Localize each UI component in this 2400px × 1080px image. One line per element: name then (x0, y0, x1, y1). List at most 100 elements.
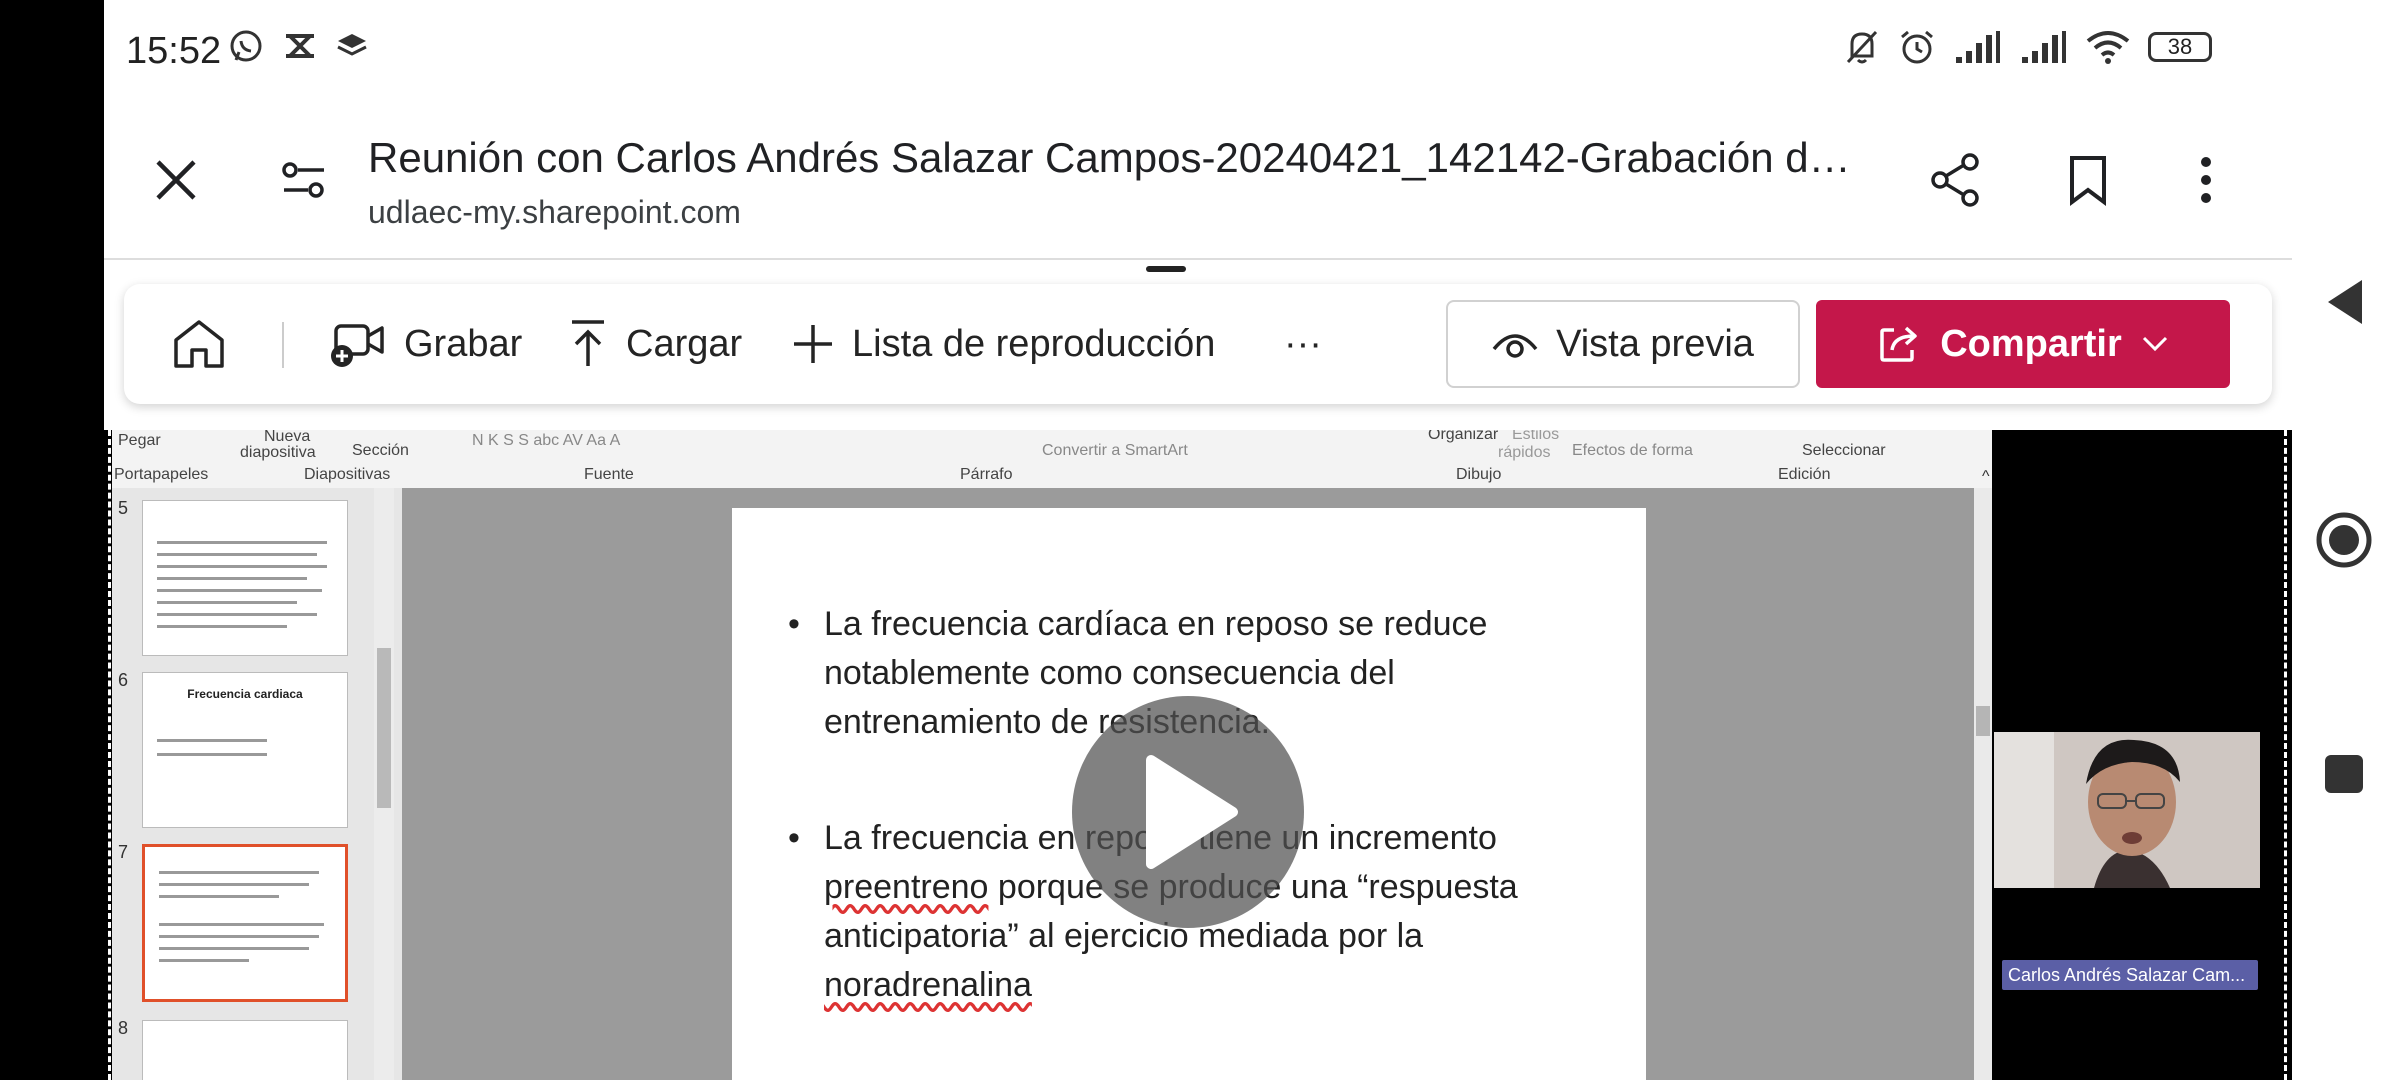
thumb-number-5: 5 (118, 498, 129, 518)
more-vert-icon (2201, 157, 2211, 203)
back-button[interactable] (2312, 270, 2376, 334)
header-divider (104, 258, 2292, 260)
video-record-icon (331, 324, 384, 367)
more-actions-label: ··· (1284, 322, 1322, 365)
whatsapp-icon (230, 30, 262, 62)
ppt-ribbon: Pegar Nueva diapositiva Sección N K S S … (112, 430, 1992, 489)
wifi-icon (2086, 31, 2130, 64)
participant-name-tag: Carlos Andrés Salazar Cam... (2002, 960, 2258, 990)
thumb-number-6: 6 (118, 670, 129, 690)
back-triangle-icon (2328, 280, 2362, 324)
bullet-dot: • (788, 605, 800, 643)
notification-icons (228, 28, 368, 64)
page-url: udlaec-my.sharepoint.com (368, 194, 741, 230)
tune-icon (282, 162, 324, 198)
ribbon-smartart: Convertir a SmartArt (1042, 442, 1188, 459)
ribbon-group-parrafo: Párrafo (960, 466, 1013, 483)
ribbon-group-portapapeles: Portapapeles (114, 466, 209, 483)
plus-icon (794, 325, 832, 363)
bullet-2-text-b: preentreno (824, 868, 989, 906)
ribbon-group-edicion: Edición (1778, 466, 1831, 483)
upload-label: Cargar (626, 322, 743, 365)
capcut-icon (286, 34, 314, 58)
ribbon-seleccionar: Seleccionar (1802, 442, 1886, 459)
status-time: 15:52 (126, 30, 222, 72)
ribbon-group-dibujo: Dibujo (1456, 466, 1502, 483)
ribbon-efectos: Efectos de forma (1572, 442, 1693, 459)
recents-button[interactable] (2312, 742, 2376, 806)
toolbar-divider (282, 322, 284, 368)
stream-toolbar: Grabar Cargar Lista de reproducción ··· … (124, 284, 2272, 404)
home-button[interactable] (172, 284, 226, 404)
ribbon-diapositiva: diapositiva (240, 444, 316, 461)
compartir-label: Compartir (1940, 322, 2122, 365)
participant-panel: Carlos Andrés Salazar Cam... (1994, 430, 2292, 1080)
slide-thumbnail-pane: 5 6 Frecuencia cardiaca 7 8 (112, 488, 402, 1080)
preview-button[interactable]: Vista previa (1446, 300, 1800, 388)
playlist-button[interactable]: Lista de reproducción (792, 284, 1215, 404)
compartir-button[interactable]: Compartir (1816, 300, 2230, 388)
preview-label: Vista previa (1556, 322, 1754, 365)
ribbon-group-fuente: Fuente (584, 466, 634, 483)
share-icon (1931, 153, 1979, 207)
share-arrow-icon (1880, 326, 1917, 362)
eye-icon (1492, 334, 1538, 358)
bell-off-icon (1846, 30, 1878, 64)
slide-thumbnail: Frecuencia cardiaca (142, 672, 348, 828)
home-nav-button[interactable] (2312, 508, 2376, 572)
signal-icon-2 (2022, 31, 2066, 63)
ribbon-organizar: Organizar (1428, 430, 1499, 443)
thumb-number-7: 7 (118, 842, 129, 862)
slide-scrollbar (1974, 488, 1992, 1080)
ribbon-group-diapositivas: Diapositivas (304, 466, 391, 483)
thumb-title: Frecuencia cardiaca (187, 687, 303, 701)
signal-icon (1956, 31, 2000, 63)
alarm-icon (1901, 30, 1933, 64)
record-label: Grabar (404, 322, 523, 365)
page-title: Reunión con Carlos Andrés Salazar Campos… (368, 134, 1851, 181)
bookmark-button[interactable] (2052, 144, 2124, 216)
upload-button[interactable]: Cargar (568, 284, 742, 404)
page-settings-button[interactable] (268, 144, 340, 216)
participant-video-icon (1994, 732, 2260, 888)
ribbon-pegar: Pegar (118, 432, 161, 449)
ribbon-rapidos: rápidos (1498, 444, 1551, 461)
system-navigation-bar (2292, 0, 2400, 1080)
battery-indicator: 38 (2148, 32, 2212, 62)
browser-screen: 15:52 38 Reunión con Carlos Andrés Salaz… (104, 0, 2292, 1080)
recents-square-icon (2325, 755, 2363, 793)
status-bar: 15:52 38 (104, 0, 2292, 104)
thumb-number-8: 8 (118, 1018, 129, 1038)
system-icons: 38 (1844, 28, 2212, 66)
home-circle-icon (2316, 512, 2372, 568)
thumbnail-scrollbar (374, 488, 394, 1080)
play-button[interactable] (1072, 696, 1304, 928)
video-player[interactable]: Pegar Nueva diapositiva Sección N K S S … (104, 430, 2292, 1080)
ribbon-estilos: Estilos (1512, 430, 1560, 443)
home-icon (174, 320, 224, 368)
bullet-dot: • (788, 819, 800, 857)
video-right-edge (2284, 430, 2287, 1080)
play-icon (1146, 755, 1238, 869)
share-button[interactable] (1920, 144, 1992, 216)
bullet-2-text-d: noradrenalina (824, 966, 1032, 1004)
ribbon-seccion: Sección (352, 442, 409, 459)
more-options-button[interactable] (2170, 144, 2242, 216)
close-icon (156, 160, 196, 200)
video-left-edge (108, 430, 111, 1080)
slide-thumbnail-selected (142, 844, 348, 1002)
slide-thumbnail (142, 1020, 348, 1080)
record-button[interactable]: Grabar (330, 284, 522, 404)
more-actions-button[interactable]: ··· (1284, 284, 1322, 404)
close-button[interactable] (140, 144, 212, 216)
webcam-feed (1994, 732, 2260, 888)
layers-icon (337, 34, 367, 56)
ribbon-font-buttons: N K S S abc AV Aa A (472, 432, 621, 449)
upload-icon (572, 320, 604, 366)
sheet-drag-handle[interactable] (1146, 266, 1186, 272)
custom-tab-header: Reunión con Carlos Andrés Salazar Campos… (104, 104, 2292, 260)
bookmark-icon (2070, 156, 2106, 206)
slide-thumbnail (142, 500, 348, 656)
playlist-label: Lista de reproducción (852, 322, 1216, 365)
chevron-down-icon (2142, 336, 2167, 352)
